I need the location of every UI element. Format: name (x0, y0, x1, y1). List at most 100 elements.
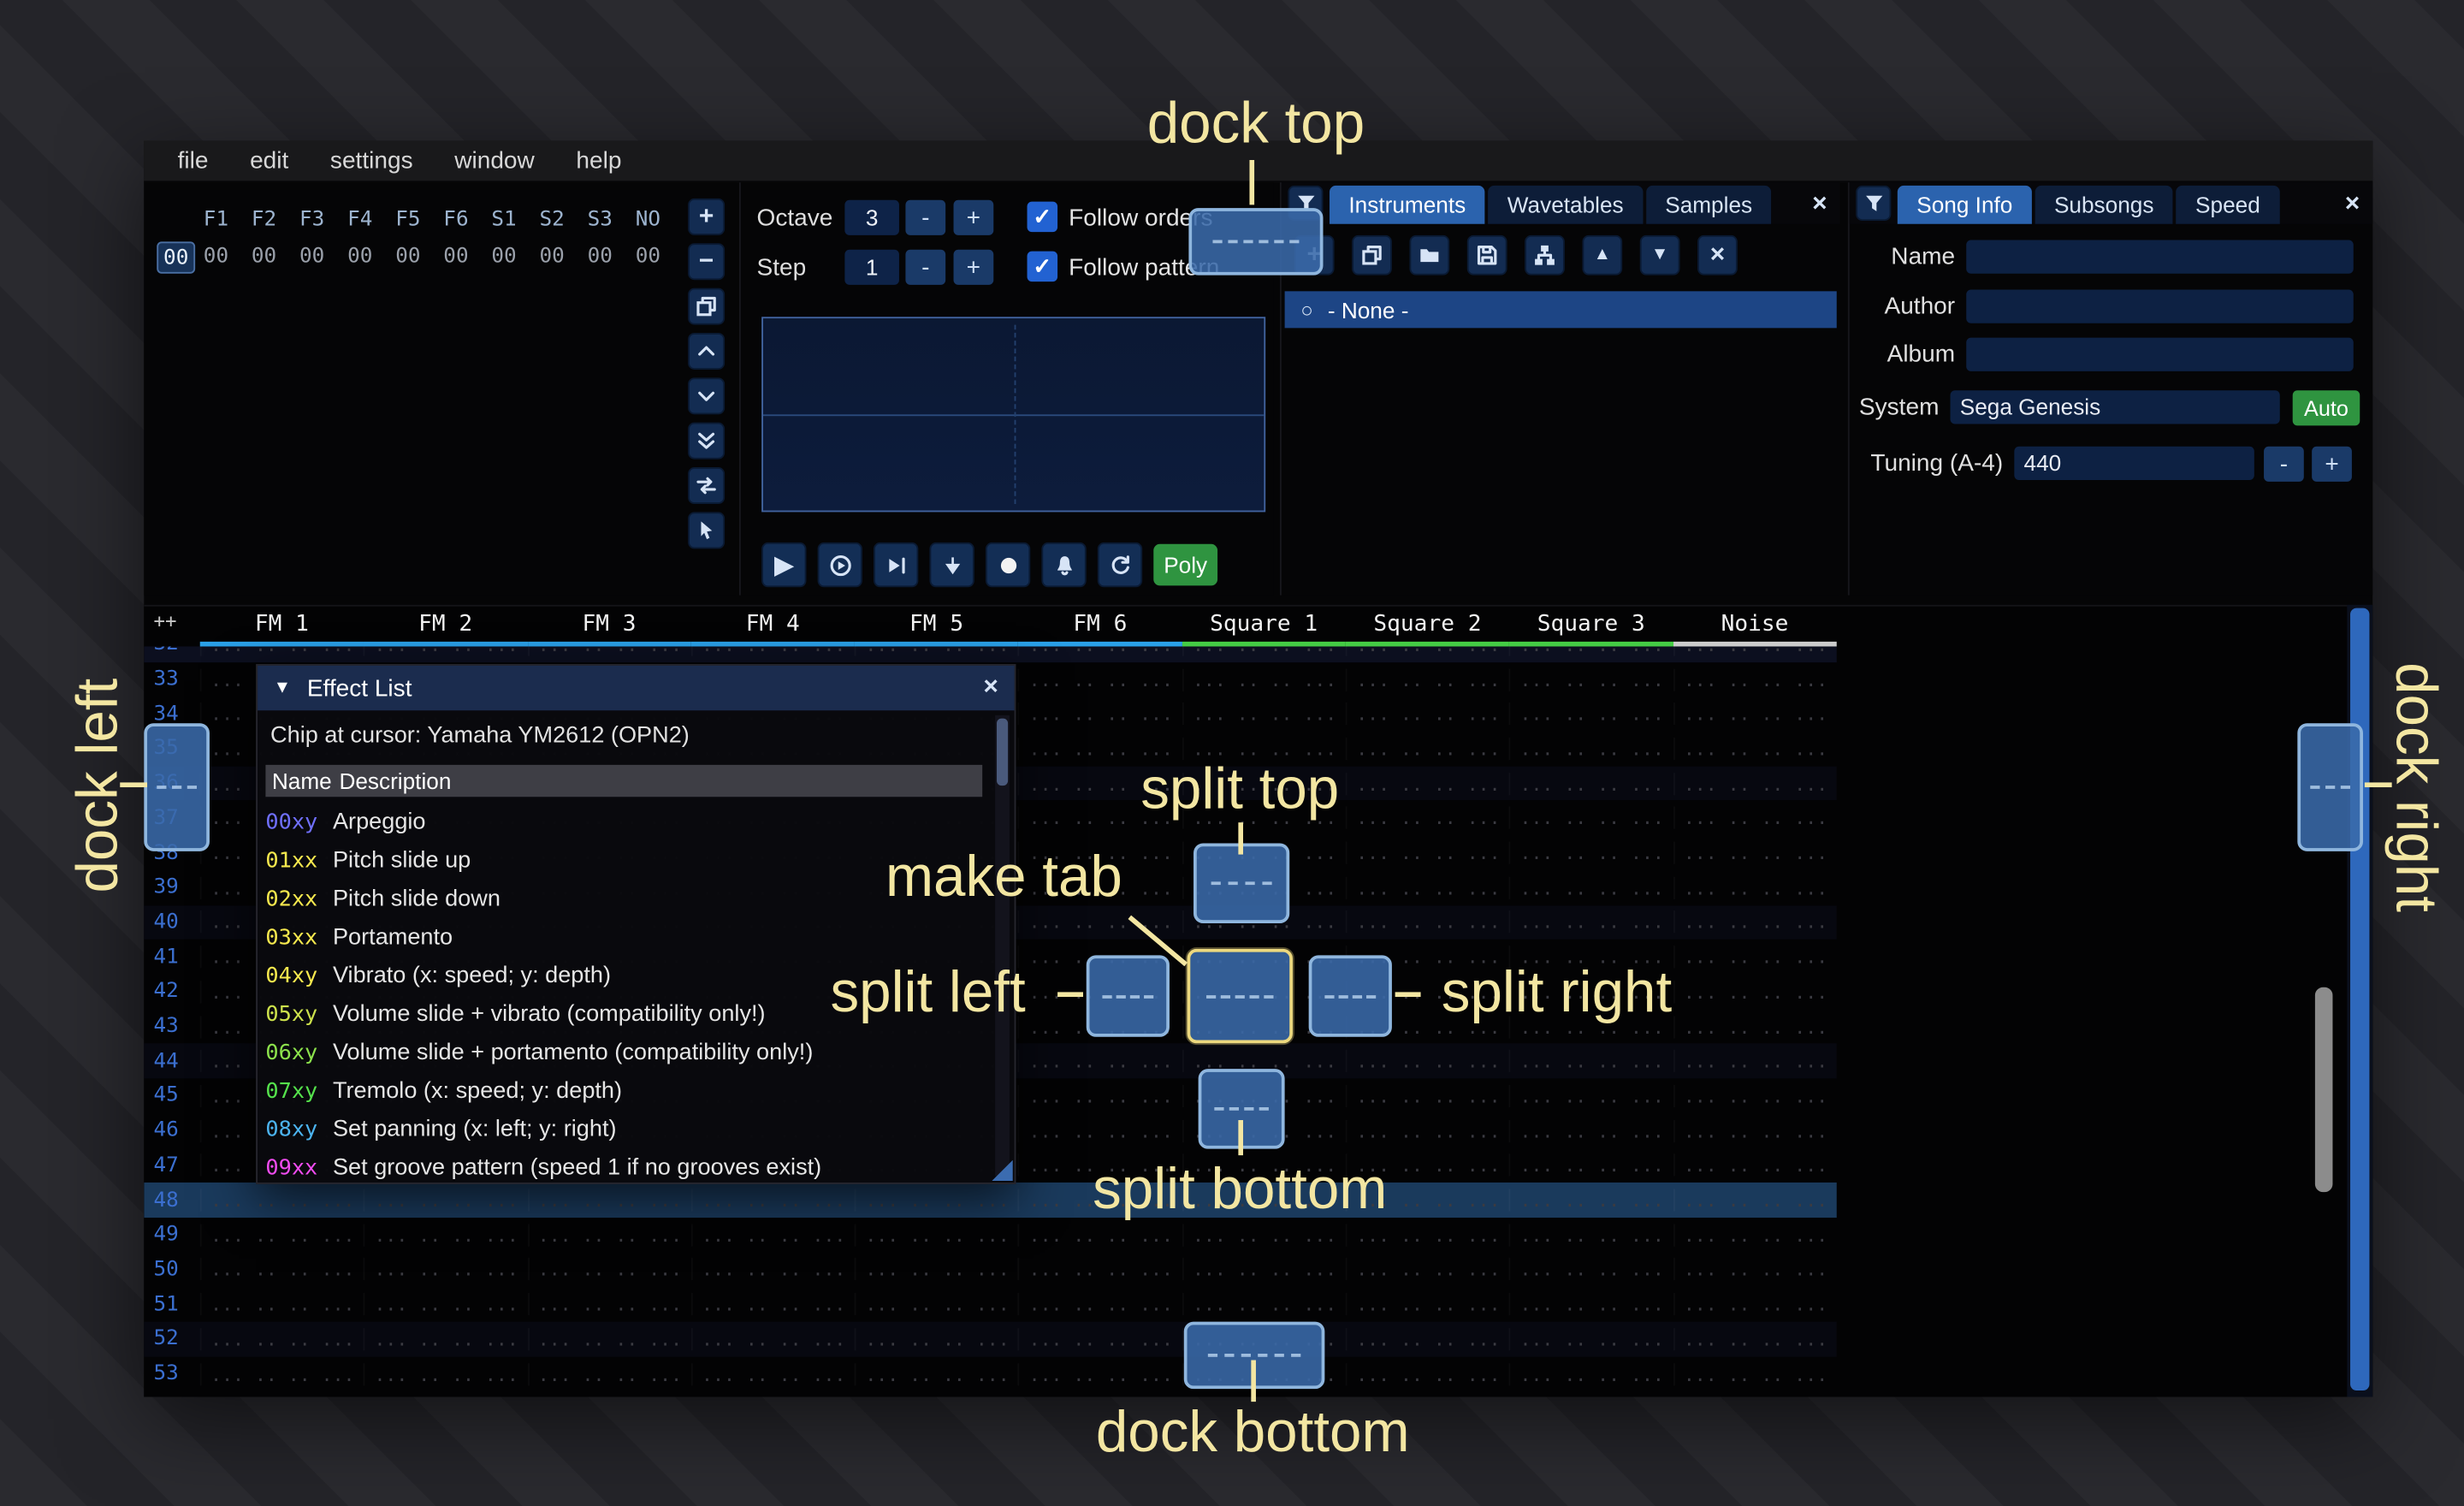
pattern-cell[interactable]: ... .. .. ... (1509, 1189, 1673, 1211)
instrument-down-button[interactable]: ▼ (1640, 235, 1680, 276)
step-value[interactable]: 1 (844, 250, 899, 285)
follow-orders-checkbox[interactable]: ✓ (1028, 202, 1058, 233)
pattern-cell[interactable]: ... .. .. ... (364, 1224, 527, 1246)
author-input[interactable] (1966, 289, 2354, 323)
follow-pattern-checkbox[interactable]: ✓ (1028, 252, 1058, 282)
effect-row-08xy[interactable]: 08xySet panning (x: left; y: right) (265, 1111, 982, 1149)
instruments-tab-wavetables[interactable]: Wavetables (1488, 186, 1643, 224)
channel-header-fm-4[interactable]: FM 4 (691, 607, 855, 647)
pattern-cell[interactable]: ... .. .. ... (1346, 1119, 1509, 1141)
channel-header-square-1[interactable]: Square 1 (1182, 607, 1346, 647)
transport-repeat-button[interactable] (1098, 543, 1142, 587)
pattern-cell[interactable]: ... .. .. ... (1673, 703, 1836, 725)
orders-value[interactable]: 00 (336, 245, 384, 269)
pattern-cell[interactable]: ... .. .. ... (1509, 1293, 1673, 1315)
resize-grip[interactable] (992, 1160, 1012, 1181)
pattern-cell[interactable]: ... .. .. ... (855, 1362, 1018, 1384)
close-icon[interactable]: × (1812, 186, 1827, 224)
pattern-cell[interactable]: ... .. .. ... (364, 1362, 527, 1384)
instrument-save-button[interactable] (1467, 235, 1507, 276)
pattern-cell[interactable]: ... .. .. ... (691, 1259, 855, 1281)
pattern-cell[interactable]: ... .. .. ... (1673, 807, 1836, 829)
orders-move-up-button[interactable] (688, 333, 725, 370)
transport-play-button[interactable]: ▶ (761, 543, 806, 587)
orders-value[interactable]: 00 (288, 245, 336, 269)
pattern-cell[interactable]: ... .. .. ... (855, 1293, 1018, 1315)
pattern-cell[interactable]: ... .. .. ... (527, 1189, 690, 1211)
pattern-cell[interactable]: ... .. .. ... (1018, 668, 1182, 691)
pattern-cell[interactable]: ... .. .. ... (364, 646, 527, 655)
pattern-cell[interactable]: ... .. .. ... (1509, 1362, 1673, 1384)
tuning-increment-button[interactable]: + (2312, 447, 2352, 482)
pattern-cell[interactable]: ... .. .. ... (1018, 1224, 1182, 1246)
orders-value[interactable]: 00 (432, 245, 480, 269)
orders-add-button[interactable]: + (688, 199, 725, 235)
dock-target-right[interactable] (2297, 723, 2363, 851)
pattern-cell[interactable]: ... .. .. ... (1182, 646, 1346, 655)
pattern-cell[interactable]: ... .. .. ... (855, 1224, 1018, 1246)
pattern-cell[interactable]: ... .. .. ... (200, 646, 364, 655)
album-input[interactable] (1966, 338, 2354, 371)
channel-header-noise[interactable]: Noise (1673, 607, 1836, 647)
pattern-cell[interactable]: ... .. .. ... (1673, 1362, 1836, 1384)
pattern-cell[interactable]: ... .. .. ... (527, 646, 690, 655)
pattern-cell[interactable]: ... .. .. ... (1346, 911, 1509, 934)
pattern-cell[interactable]: ... .. .. ... (1673, 1085, 1836, 1107)
orders-value[interactable]: 00 (240, 245, 288, 269)
effect-row-03xx[interactable]: 03xxPortamento (265, 918, 982, 957)
pattern-cell[interactable]: ... .. .. ... (1673, 646, 1836, 655)
pattern-cell[interactable]: ... .. .. ... (1509, 668, 1673, 691)
pattern-cell[interactable]: ... .. .. ... (1182, 668, 1346, 691)
pattern-cell[interactable]: ... .. .. ... (1509, 876, 1673, 898)
pattern-cell[interactable]: ... .. .. ... (691, 1189, 855, 1211)
pattern-cell[interactable]: ... .. .. ... (1673, 1293, 1836, 1315)
pattern-cell[interactable]: ... .. .. ... (1018, 1119, 1182, 1141)
instrument-up-button[interactable]: ▲ (1582, 235, 1622, 276)
orders-remove-button[interactable]: − (688, 243, 725, 280)
pattern-cell[interactable]: ... .. .. ... (1509, 807, 1673, 829)
pattern-cell[interactable]: ... .. .. ... (1182, 703, 1346, 725)
pattern-cell[interactable]: ... .. .. ... (527, 1259, 690, 1281)
pattern-cell[interactable]: ... .. .. ... (1018, 646, 1182, 655)
effect-row-00xy[interactable]: 00xyArpeggio (265, 803, 982, 842)
instruments-tab-samples[interactable]: Samples (1646, 186, 1772, 224)
channel-header-fm-1[interactable]: FM 1 (200, 607, 364, 647)
pattern-cell[interactable]: ... .. .. ... (364, 1259, 527, 1281)
pattern-cell[interactable]: ... .. .. ... (200, 1328, 364, 1350)
pattern-cell[interactable]: ... .. .. ... (1346, 842, 1509, 864)
step-decrement-button[interactable]: - (905, 250, 945, 285)
pattern-cell[interactable]: ... .. .. ... (1346, 668, 1509, 691)
effect-row-07xy[interactable]: 07xyTremolo (x: speed; y: depth) (265, 1072, 982, 1111)
split-target-right[interactable] (1309, 955, 1392, 1036)
pattern-cell[interactable]: ... .. .. ... (1509, 703, 1673, 725)
pattern-cell[interactable]: ... .. .. ... (691, 646, 855, 655)
pattern-cell[interactable]: ... .. .. ... (1509, 773, 1673, 795)
pattern-cell[interactable]: ... .. .. ... (1346, 1293, 1509, 1315)
pattern-cell[interactable]: ... .. .. ... (855, 646, 1018, 655)
pattern-cell[interactable]: ... .. .. ... (1346, 1259, 1509, 1281)
effect-row-06xy[interactable]: 06xyVolume slide + portamento (compatibi… (265, 1034, 982, 1072)
orders-duplicate-button[interactable] (688, 288, 725, 325)
pattern-cell[interactable]: ... .. .. ... (200, 1189, 364, 1211)
dock-target-top[interactable] (1188, 208, 1323, 276)
pattern-cell[interactable]: ... .. .. ... (1346, 1050, 1509, 1072)
pattern-cell[interactable]: ... .. .. ... (1346, 876, 1509, 898)
split-target-left[interactable] (1087, 955, 1170, 1036)
auto-button[interactable]: Auto (2293, 390, 2360, 425)
pattern-cell[interactable]: ... .. .. ... (1018, 1293, 1182, 1315)
channel-header-fm-3[interactable]: FM 3 (527, 607, 690, 647)
orders-change-mode-button[interactable] (688, 467, 725, 504)
pattern-cell[interactable]: ... .. .. ... (1018, 1362, 1182, 1384)
pattern-cell[interactable]: ... .. .. ... (1509, 842, 1673, 864)
effect-list-header[interactable]: Name Description (265, 765, 982, 797)
pattern-cell[interactable]: ... .. .. ... (1509, 1224, 1673, 1246)
dock-target-left[interactable] (144, 723, 210, 851)
song-tab-song-info[interactable]: Song Info (1898, 186, 2032, 224)
expand-row-numbers-button[interactable]: ++ (154, 609, 177, 631)
pattern-cell[interactable]: ... .. .. ... (1018, 703, 1182, 725)
pattern-cell[interactable]: ... .. .. ... (1673, 1050, 1836, 1072)
pattern-cell[interactable]: ... .. .. ... (1673, 773, 1836, 795)
effect-row-09xx[interactable]: 09xxSet groove pattern (speed 1 if no gr… (265, 1149, 982, 1188)
effect-list-scrollbar-thumb[interactable] (997, 719, 1008, 786)
pattern-cell[interactable]: ... .. .. ... (1509, 646, 1673, 655)
